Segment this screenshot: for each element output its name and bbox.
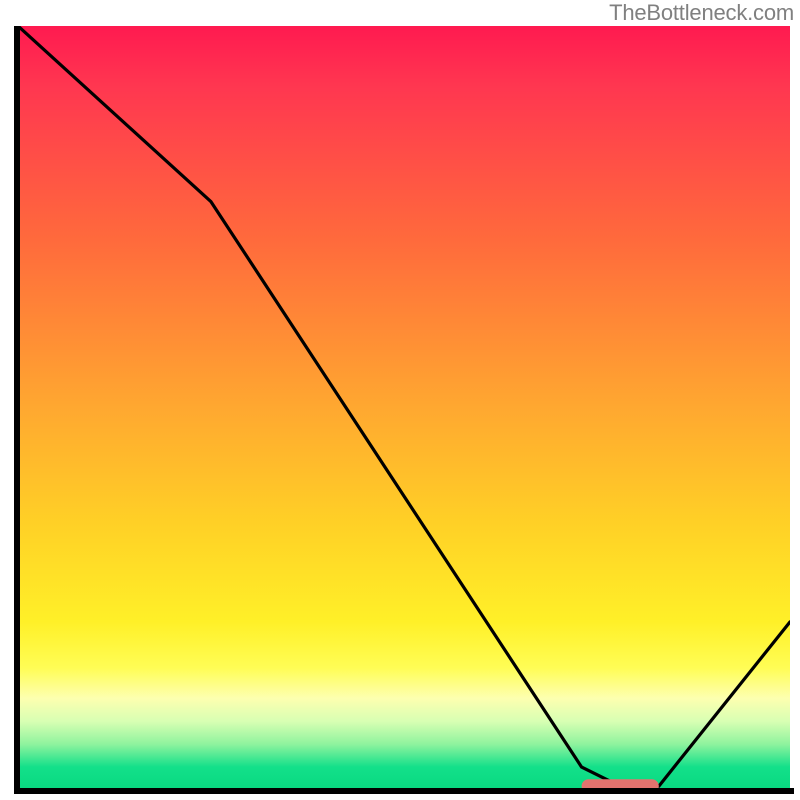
chart-frame: TheBottleneck.com — [0, 0, 800, 800]
x-axis-line — [14, 788, 794, 794]
watermark-label: TheBottleneck.com — [609, 0, 794, 26]
gradient-background — [18, 26, 790, 790]
plot-area — [18, 26, 790, 790]
y-axis-line — [14, 26, 20, 794]
